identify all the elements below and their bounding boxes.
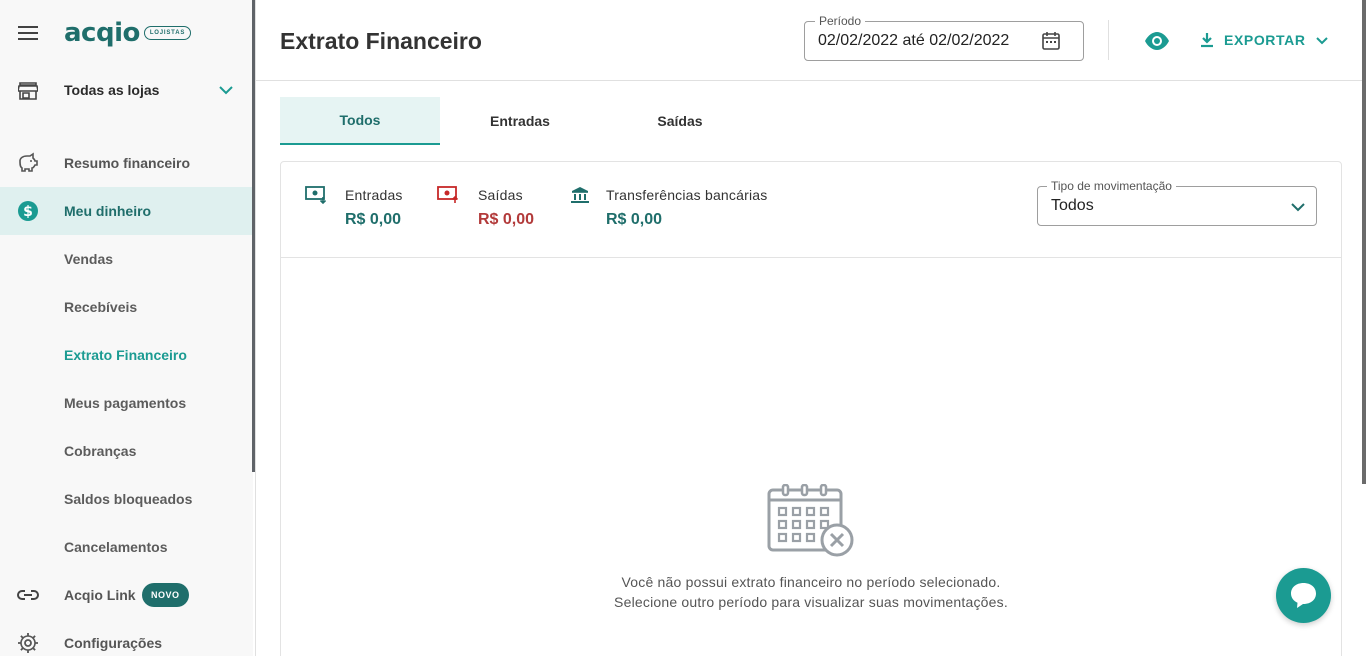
sidebar-item-label: Recebíveis <box>64 299 138 315</box>
tab-entradas[interactable]: Entradas <box>440 97 600 145</box>
tab-bar: Todos Entradas Saídas <box>280 97 760 145</box>
page-header: Extrato Financeiro Período 02/02/2022 at… <box>256 0 1362 81</box>
period-value: 02/02/2022 até 02/02/2022 <box>818 32 1010 49</box>
sidebar-item-saldos-bloqueados[interactable]: Saldos bloqueados <box>0 475 253 523</box>
sidebar-item-cancelamentos[interactable]: Cancelamentos <box>0 523 253 571</box>
logo-badge: LOJISTAS <box>143 26 192 40</box>
empty-state-message: Você não possui extrato financeiro no pe… <box>281 572 1341 612</box>
menu-icon[interactable] <box>16 22 40 44</box>
download-icon <box>1201 33 1213 48</box>
sidebar-item-label: Acqio Link <box>64 587 136 603</box>
dollar-circle-icon: $ <box>18 201 38 221</box>
summary-transferencias-value: R$ 0,00 <box>606 211 663 228</box>
summary-entradas-value: R$ 0,00 <box>345 211 402 228</box>
period-field[interactable]: Período 02/02/2022 até 02/02/2022 <box>804 14 1084 61</box>
sidebar-item-label: Cancelamentos <box>64 539 168 555</box>
header-divider <box>1108 20 1109 60</box>
store-selector-label: Todas as lojas <box>64 82 160 98</box>
chat-bubble-icon <box>1291 583 1316 608</box>
page-scrollbar-thumb[interactable] <box>1362 0 1366 484</box>
empty-state-line2: Selecione outro período para visualizar … <box>614 594 1008 610</box>
money-out-icon <box>437 186 459 203</box>
sidebar-item-label: Configurações <box>64 635 163 651</box>
piggy-bank-icon <box>19 152 38 172</box>
new-badge: NOVO <box>142 583 189 607</box>
tab-todos[interactable]: Todos <box>280 97 440 145</box>
sidebar-item-extrato-financeiro[interactable]: Extrato Financeiro <box>0 331 253 379</box>
sidebar-item-label: Cobranças <box>64 443 137 459</box>
sidebar-item-label: Saldos bloqueados <box>64 491 193 507</box>
sidebar-item-resumo-financeiro[interactable]: Resumo financeiro <box>0 139 253 187</box>
sidebar-item-cobrancas[interactable]: Cobranças <box>0 427 253 475</box>
gear-icon <box>18 633 38 653</box>
summary-saidas-label: Saídas <box>478 187 523 203</box>
money-in-icon <box>305 186 327 204</box>
export-label: EXPORTAR <box>1224 32 1306 48</box>
sidebar-item-vendas[interactable]: Vendas <box>0 235 253 283</box>
chat-button[interactable] <box>1276 568 1331 623</box>
period-label: Período <box>815 14 866 28</box>
tab-saidas[interactable]: Saídas <box>600 97 760 145</box>
eye-icon[interactable] <box>1144 28 1170 54</box>
chevron-down-icon <box>1291 203 1305 212</box>
summary-transferencias-label: Transferências bancárias <box>606 187 768 203</box>
logo-text: acqio <box>64 18 140 48</box>
calendar-icon[interactable] <box>1041 31 1061 51</box>
export-button[interactable]: EXPORTAR <box>1200 28 1328 52</box>
sidebar-item-meus-pagamentos[interactable]: Meus pagamentos <box>0 379 253 427</box>
sidebar-divider <box>255 0 256 656</box>
logo[interactable]: acqio LOJISTAS <box>64 16 192 50</box>
bank-icon <box>571 187 589 203</box>
movement-type-select[interactable]: Tipo de movimentação Todos <box>1037 179 1317 226</box>
statement-card: Entradas R$ 0,00 Saídas R$ 0,00 Transfer… <box>280 161 1342 656</box>
movement-type-value: Todos <box>1051 197 1094 214</box>
movement-type-label: Tipo de movimentação <box>1047 179 1176 193</box>
page-title: Extrato Financeiro <box>280 28 482 54</box>
store-icon <box>18 82 38 100</box>
sidebar-item-label: Vendas <box>64 251 114 267</box>
summary-saidas-value: R$ 0,00 <box>478 211 535 228</box>
sidebar-item-label: Extrato Financeiro <box>64 347 187 363</box>
sidebar-item-label: Meu dinheiro <box>64 203 152 219</box>
store-selector[interactable]: Todas as lojas <box>0 70 253 110</box>
sidebar: acqio LOJISTAS Todas as lojas Resumo fin… <box>0 0 253 656</box>
sidebar-item-meu-dinheiro[interactable]: $ Meu dinheiro <box>0 187 253 235</box>
sidebar-item-configuracoes[interactable]: Configurações <box>0 619 253 656</box>
empty-calendar-icon <box>767 484 854 557</box>
empty-state-line1: Você não possui extrato financeiro no pe… <box>621 574 1001 590</box>
summary-entradas-label: Entradas <box>345 187 403 203</box>
link-icon <box>17 590 39 600</box>
sidebar-item-label: Meus pagamentos <box>64 395 187 411</box>
sidebar-item-label: Resumo financeiro <box>64 155 191 171</box>
chevron-down-icon <box>1315 37 1328 45</box>
summary-bar: Entradas R$ 0,00 Saídas R$ 0,00 Transfer… <box>281 162 1341 258</box>
sidebar-item-recebiveis[interactable]: Recebíveis <box>0 283 253 331</box>
sidebar-item-acqio-link[interactable]: Acqio Link NOVO <box>0 571 253 619</box>
chevron-down-icon <box>219 86 233 95</box>
svg-text:$: $ <box>23 204 33 220</box>
